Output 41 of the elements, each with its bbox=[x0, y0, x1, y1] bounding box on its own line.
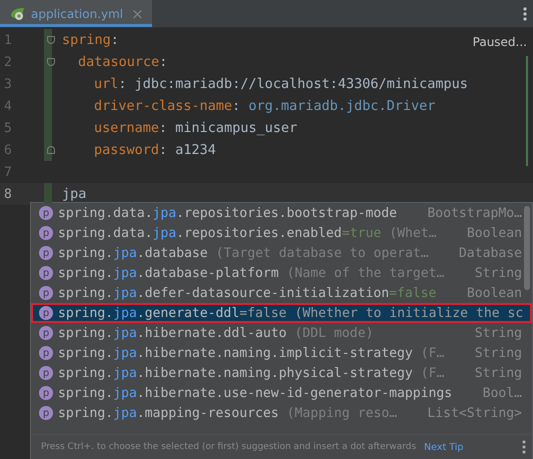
property-icon: p bbox=[39, 366, 53, 380]
yaml-line: username: minicampus_user bbox=[94, 120, 298, 136]
yaml-line: driver-class-name: org.mariadb.jdbc.Driver bbox=[94, 98, 436, 114]
suggestion-item[interactable]: p spring.jpa.defer-datasource-initialization=false Boolean bbox=[31, 283, 524, 303]
property-icon: p bbox=[39, 306, 53, 320]
property-icon: p bbox=[39, 266, 53, 280]
suggestion-item[interactable]: p spring.jpa.hibernate.naming.implicit-strategy (F… String bbox=[31, 343, 524, 363]
line-number: 7 bbox=[3, 164, 13, 180]
suggestion-item[interactable]: p spring.jpa.database (Target database to operat… Database bbox=[31, 243, 524, 263]
line-number: 3 bbox=[3, 76, 13, 92]
line-number: 2 bbox=[3, 54, 13, 70]
suggestion-item[interactable]: p spring.jpa.generate-ddl=false (Whether to initialize the sc bbox=[31, 303, 532, 323]
line-number: 1 bbox=[3, 32, 13, 48]
suggestion-item[interactable]: p spring.jpa.hibernate.naming.physical-strategy (F… String bbox=[31, 363, 524, 383]
property-icon: p bbox=[39, 346, 53, 360]
suggestion-item[interactable]: p spring.jpa.hibernate.use-new-id-generator-mappings Bool… bbox=[31, 383, 524, 403]
line-number: 8 bbox=[3, 186, 13, 202]
property-icon: p bbox=[39, 326, 53, 340]
yaml-line: datasource: bbox=[78, 54, 168, 70]
suggestion-item[interactable]: p spring.jpa.mapping-resources (Mapping reso… List<String> bbox=[31, 403, 524, 423]
property-icon: p bbox=[39, 246, 53, 260]
editor-tab[interactable]: application.yml × bbox=[0, 0, 152, 27]
property-icon: p bbox=[39, 386, 53, 400]
suggestion-item[interactable]: p spring.data.jpa.repositories.enabled=true (Whet… Boolean bbox=[31, 223, 524, 243]
suggestion-item[interactable]: p spring.data.jpa.repositories.bootstrap-mode BootstrapMo… bbox=[31, 203, 524, 223]
property-icon: p bbox=[39, 406, 53, 420]
property-icon: p bbox=[39, 226, 53, 240]
next-tip-link[interactable]: Next Tip bbox=[424, 442, 464, 453]
suggestion-item[interactable]: p spring.jpa.database-platform (Name of the target… String bbox=[31, 263, 524, 283]
yaml-line: url: jdbc:mariadb://localhost:43306/minicampus bbox=[94, 76, 468, 92]
status-label: Paused... bbox=[472, 35, 527, 49]
line-number: 6 bbox=[3, 142, 13, 158]
line-number: 4 bbox=[3, 98, 13, 114]
suggestion-item[interactable]: p spring.jpa.hibernate.ddl-auto (DDL mode) String bbox=[31, 323, 524, 343]
property-icon: p bbox=[39, 286, 53, 300]
property-icon: p bbox=[39, 206, 53, 220]
yaml-line: password: a1234 bbox=[94, 142, 216, 158]
yaml-line: jpa bbox=[62, 186, 86, 202]
hint-text: Press Ctrl+. to choose the selected (or first) suggestion and insert a dot afterwards bbox=[41, 442, 416, 452]
yaml-line: spring: bbox=[62, 32, 119, 48]
line-number: 5 bbox=[3, 120, 13, 136]
